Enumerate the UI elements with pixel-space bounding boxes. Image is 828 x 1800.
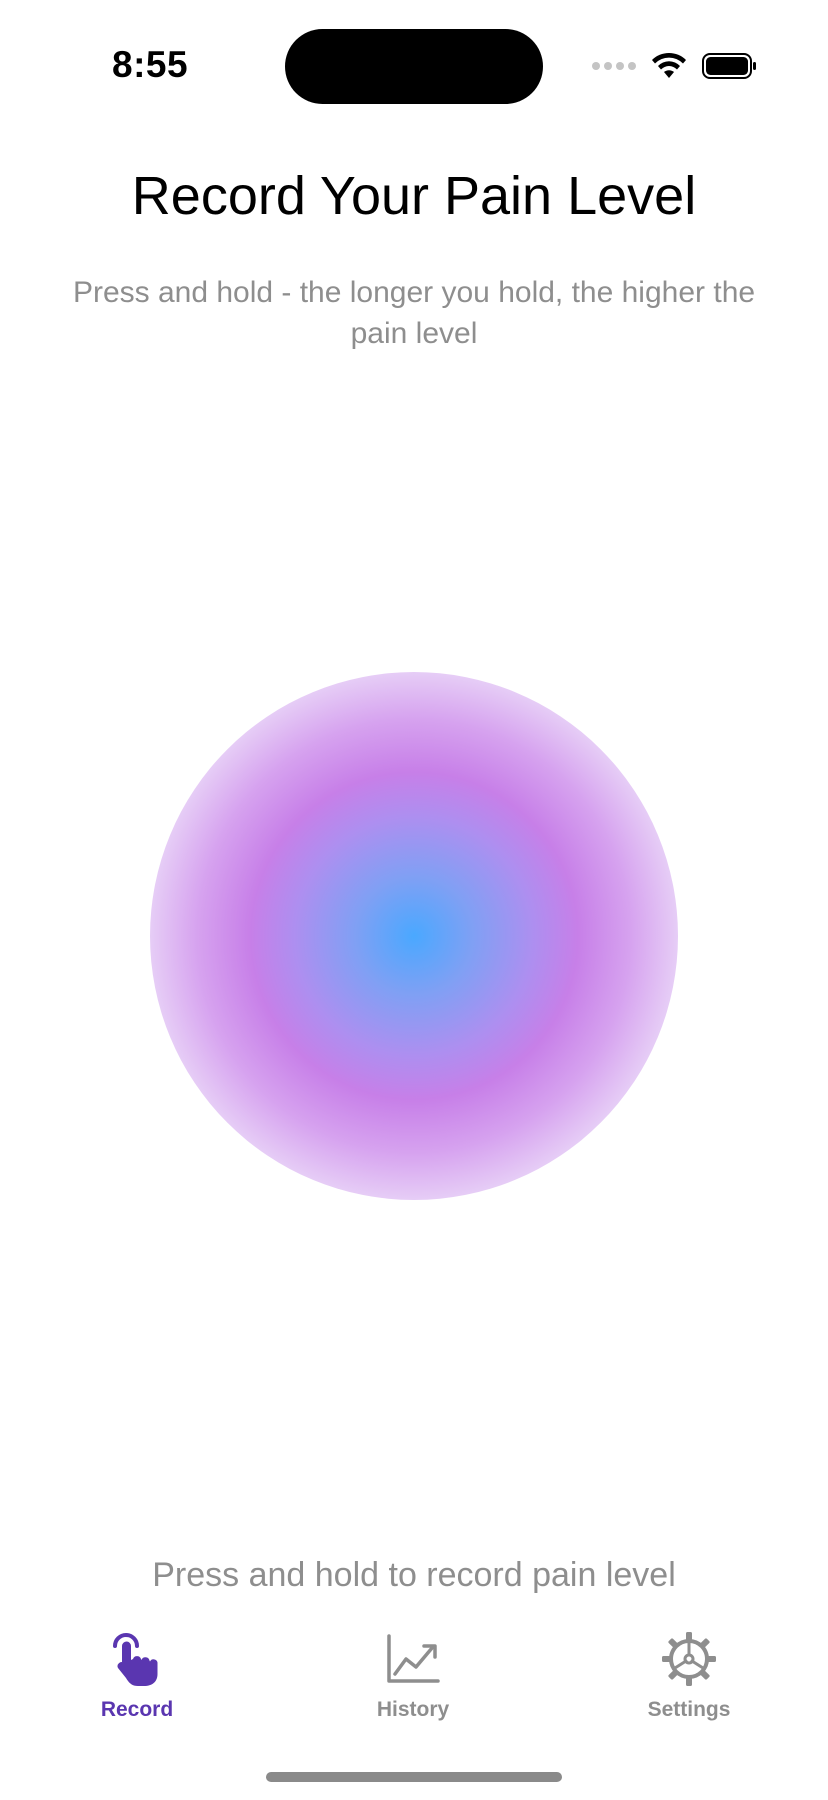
tab-record-label: Record: [100, 1698, 174, 1721]
tab-record[interactable]: Record: [37, 1630, 237, 1740]
page-title: Record Your Pain Level: [131, 166, 697, 226]
hold-hint-text: Press and hold to record pain level: [152, 1556, 676, 1594]
tab-settings[interactable]: Settings: [589, 1630, 789, 1740]
home-indicator[interactable]: [266, 1772, 562, 1782]
tab-bar: Record History Settings: [0, 1630, 828, 1740]
dynamic-island: [285, 29, 543, 104]
status-icons: [592, 50, 758, 82]
status-time: 8:55: [112, 44, 189, 85]
chart-line-icon: [387, 1634, 440, 1683]
wifi-icon: [652, 52, 686, 78]
cellular-signal-icon: [592, 62, 636, 70]
pain-level-hold-button[interactable]: [150, 672, 678, 1200]
page-subtitle: Press and hold - the longer you hold, th…: [72, 276, 756, 350]
tab-history-label: History: [376, 1698, 450, 1721]
battery-icon: [702, 53, 756, 79]
tab-history[interactable]: History: [313, 1630, 513, 1740]
tab-settings-label: Settings: [647, 1698, 731, 1721]
gear-icon: [662, 1632, 716, 1686]
screen: 8:55 Record Your Pain Level Press and ho…: [0, 0, 828, 1800]
hand-tap-icon: [113, 1633, 158, 1686]
